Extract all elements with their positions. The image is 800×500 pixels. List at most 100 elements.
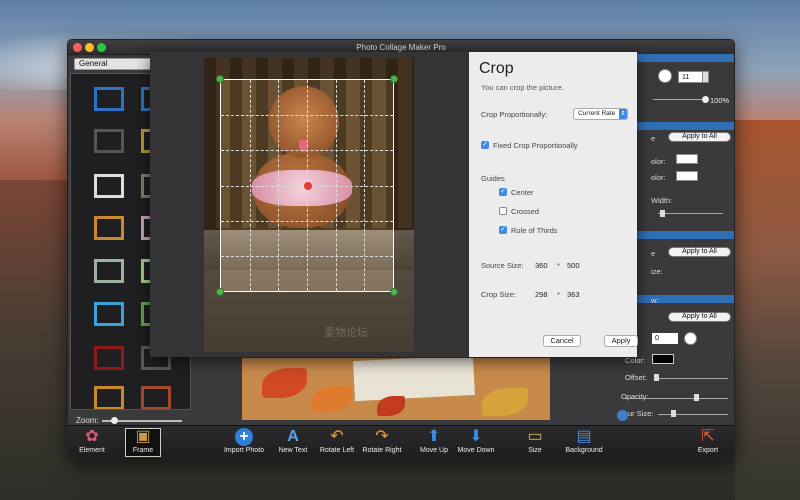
- rotate-right-button[interactable]: ↷ Rotate Right: [362, 428, 402, 454]
- export-button[interactable]: ⇱ Export: [693, 428, 723, 454]
- apply-button[interactable]: Apply: [604, 335, 638, 347]
- background-label: Background: [565, 447, 603, 454]
- background-button[interactable]: ▤ Background: [564, 428, 604, 454]
- opacity-dial[interactable]: [658, 69, 672, 83]
- zoom-slider-knob[interactable]: [111, 417, 118, 424]
- offset-slider[interactable]: [654, 378, 728, 379]
- crop-width: 298: [535, 290, 548, 299]
- flower-icon: ✿: [85, 428, 99, 445]
- crop-handle-top-right[interactable]: [390, 75, 398, 83]
- scale-percent: 100%: [710, 96, 730, 105]
- leaf-image: [262, 368, 307, 398]
- crop-center-handle[interactable]: [304, 182, 312, 190]
- import-photo-button[interactable]: + Import Photo: [221, 428, 267, 454]
- guide-thirds-checkbox[interactable]: ✓: [499, 226, 507, 234]
- element-button[interactable]: ✿ Element: [75, 428, 109, 454]
- apply-to-all-button[interactable]: Apply to All: [668, 247, 731, 257]
- frame-thumb[interactable]: [94, 346, 124, 370]
- photo-paper: [353, 358, 475, 402]
- frame-thumb[interactable]: [94, 302, 124, 326]
- frame-thumb[interactable]: [94, 174, 124, 198]
- offset-slider-knob[interactable]: [654, 374, 659, 381]
- times-sign: *: [557, 290, 560, 299]
- rotate-left-button[interactable]: ↶ Rotate Left: [318, 428, 356, 454]
- opacity-value: 11: [682, 74, 690, 81]
- source-size-label: Source Size:: [481, 261, 524, 270]
- stepper-arrows[interactable]: [702, 71, 709, 83]
- width-slider[interactable]: [658, 213, 723, 214]
- shadow-color-swatch[interactable]: [652, 354, 674, 364]
- minimize-window-button[interactable]: [85, 43, 94, 52]
- select-arrows-icon: ⇕: [619, 109, 627, 119]
- new-text-button[interactable]: A New Text: [276, 428, 310, 454]
- crop-handle-bottom-left[interactable]: [216, 288, 224, 296]
- plus-circle-icon: +: [235, 428, 253, 446]
- crop-proportion-select[interactable]: Current Rate ⇕: [573, 108, 628, 120]
- width-slider-knob[interactable]: [660, 210, 665, 217]
- shadow-field[interactable]: 0: [652, 333, 678, 344]
- crop-dialog: 爱物论坛 Crop You can crop the picture. Crop…: [150, 52, 638, 357]
- new-text-label: New Text: [278, 447, 308, 454]
- crop-subtitle: You can crop the picture.: [481, 83, 564, 92]
- guides-label: Guides: [481, 174, 505, 183]
- arrow-down-icon: ⬇: [469, 428, 483, 445]
- export-label: Export: [697, 447, 719, 454]
- scale-slider[interactable]: [653, 99, 705, 100]
- frame-label: Frame: [132, 447, 154, 454]
- window-title: Photo Collage Maker Pro: [356, 43, 446, 52]
- rotate-right-icon: ↷: [375, 428, 389, 445]
- fixed-crop-checkbox[interactable]: ✓: [481, 141, 489, 149]
- width-label: Width:: [651, 196, 673, 205]
- element-label: Element: [79, 447, 105, 454]
- ruler-icon: ▭: [527, 428, 543, 445]
- zoom-label: Zoom:: [76, 416, 99, 425]
- export-icon: ⇱: [701, 428, 715, 445]
- category-select[interactable]: General: [74, 58, 158, 70]
- scale-slider-knob[interactable]: [702, 96, 709, 103]
- rotate-left-icon: ↶: [330, 428, 344, 445]
- source-width: 360: [535, 261, 548, 270]
- cancel-button[interactable]: Cancel: [543, 335, 581, 347]
- apply-to-all-button[interactable]: Apply to All: [668, 312, 731, 322]
- guide-quarter-h1: [221, 115, 393, 117]
- frame-button[interactable]: ▣ Frame: [126, 428, 160, 454]
- move-down-button[interactable]: ⬇ Move Down: [456, 428, 496, 454]
- crop-proportion-label: Crop Proportionally:: [481, 110, 548, 119]
- shadow-value: 0: [655, 335, 659, 342]
- close-window-button[interactable]: [73, 43, 82, 52]
- shadow-opacity-slider[interactable]: [623, 398, 728, 399]
- crop-handle-top-left[interactable]: [216, 75, 224, 83]
- color-swatch[interactable]: [676, 154, 698, 164]
- size-button[interactable]: ▭ Size: [520, 428, 550, 454]
- color-swatch[interactable]: [676, 171, 698, 181]
- shadow-angle-dial[interactable]: [684, 332, 697, 345]
- frame-thumb[interactable]: [94, 216, 124, 240]
- leaf-image: [482, 388, 528, 416]
- globe-icon: [617, 410, 628, 421]
- collage-canvas[interactable]: [242, 358, 550, 420]
- frame-thumb[interactable]: [94, 386, 124, 409]
- shadow-opacity-slider-knob[interactable]: [694, 394, 699, 401]
- crop-height: 363: [567, 290, 580, 299]
- blur-size-slider[interactable]: [658, 414, 728, 415]
- move-up-button[interactable]: ⬆ Move Up: [417, 428, 451, 454]
- crop-title: Crop: [479, 60, 514, 77]
- offset-label: Offset:: [625, 373, 647, 382]
- crop-handle-bottom-right[interactable]: [390, 288, 398, 296]
- apply-to-all-button[interactable]: Apply to All: [668, 132, 731, 142]
- crop-rectangle[interactable]: [216, 75, 398, 296]
- zoom-window-button[interactable]: [97, 43, 106, 52]
- frame-thumb[interactable]: [94, 259, 124, 283]
- frame-thumb[interactable]: [141, 386, 171, 409]
- blur-size-slider-knob[interactable]: [671, 410, 676, 417]
- guide-center-checkbox[interactable]: ✓: [499, 188, 507, 196]
- crop-proportion-value: Current Rate: [578, 110, 616, 117]
- frame-thumb[interactable]: [94, 87, 124, 111]
- import-photo-label: Import Photo: [223, 447, 265, 454]
- opacity-label: Opacity:: [621, 392, 649, 401]
- crop-photo[interactable]: 爱物论坛: [204, 58, 414, 352]
- frame-thumb[interactable]: [94, 129, 124, 153]
- guide-crossed-checkbox[interactable]: [499, 207, 507, 215]
- arrow-up-icon: ⬆: [427, 428, 441, 445]
- leaf-image: [377, 396, 405, 416]
